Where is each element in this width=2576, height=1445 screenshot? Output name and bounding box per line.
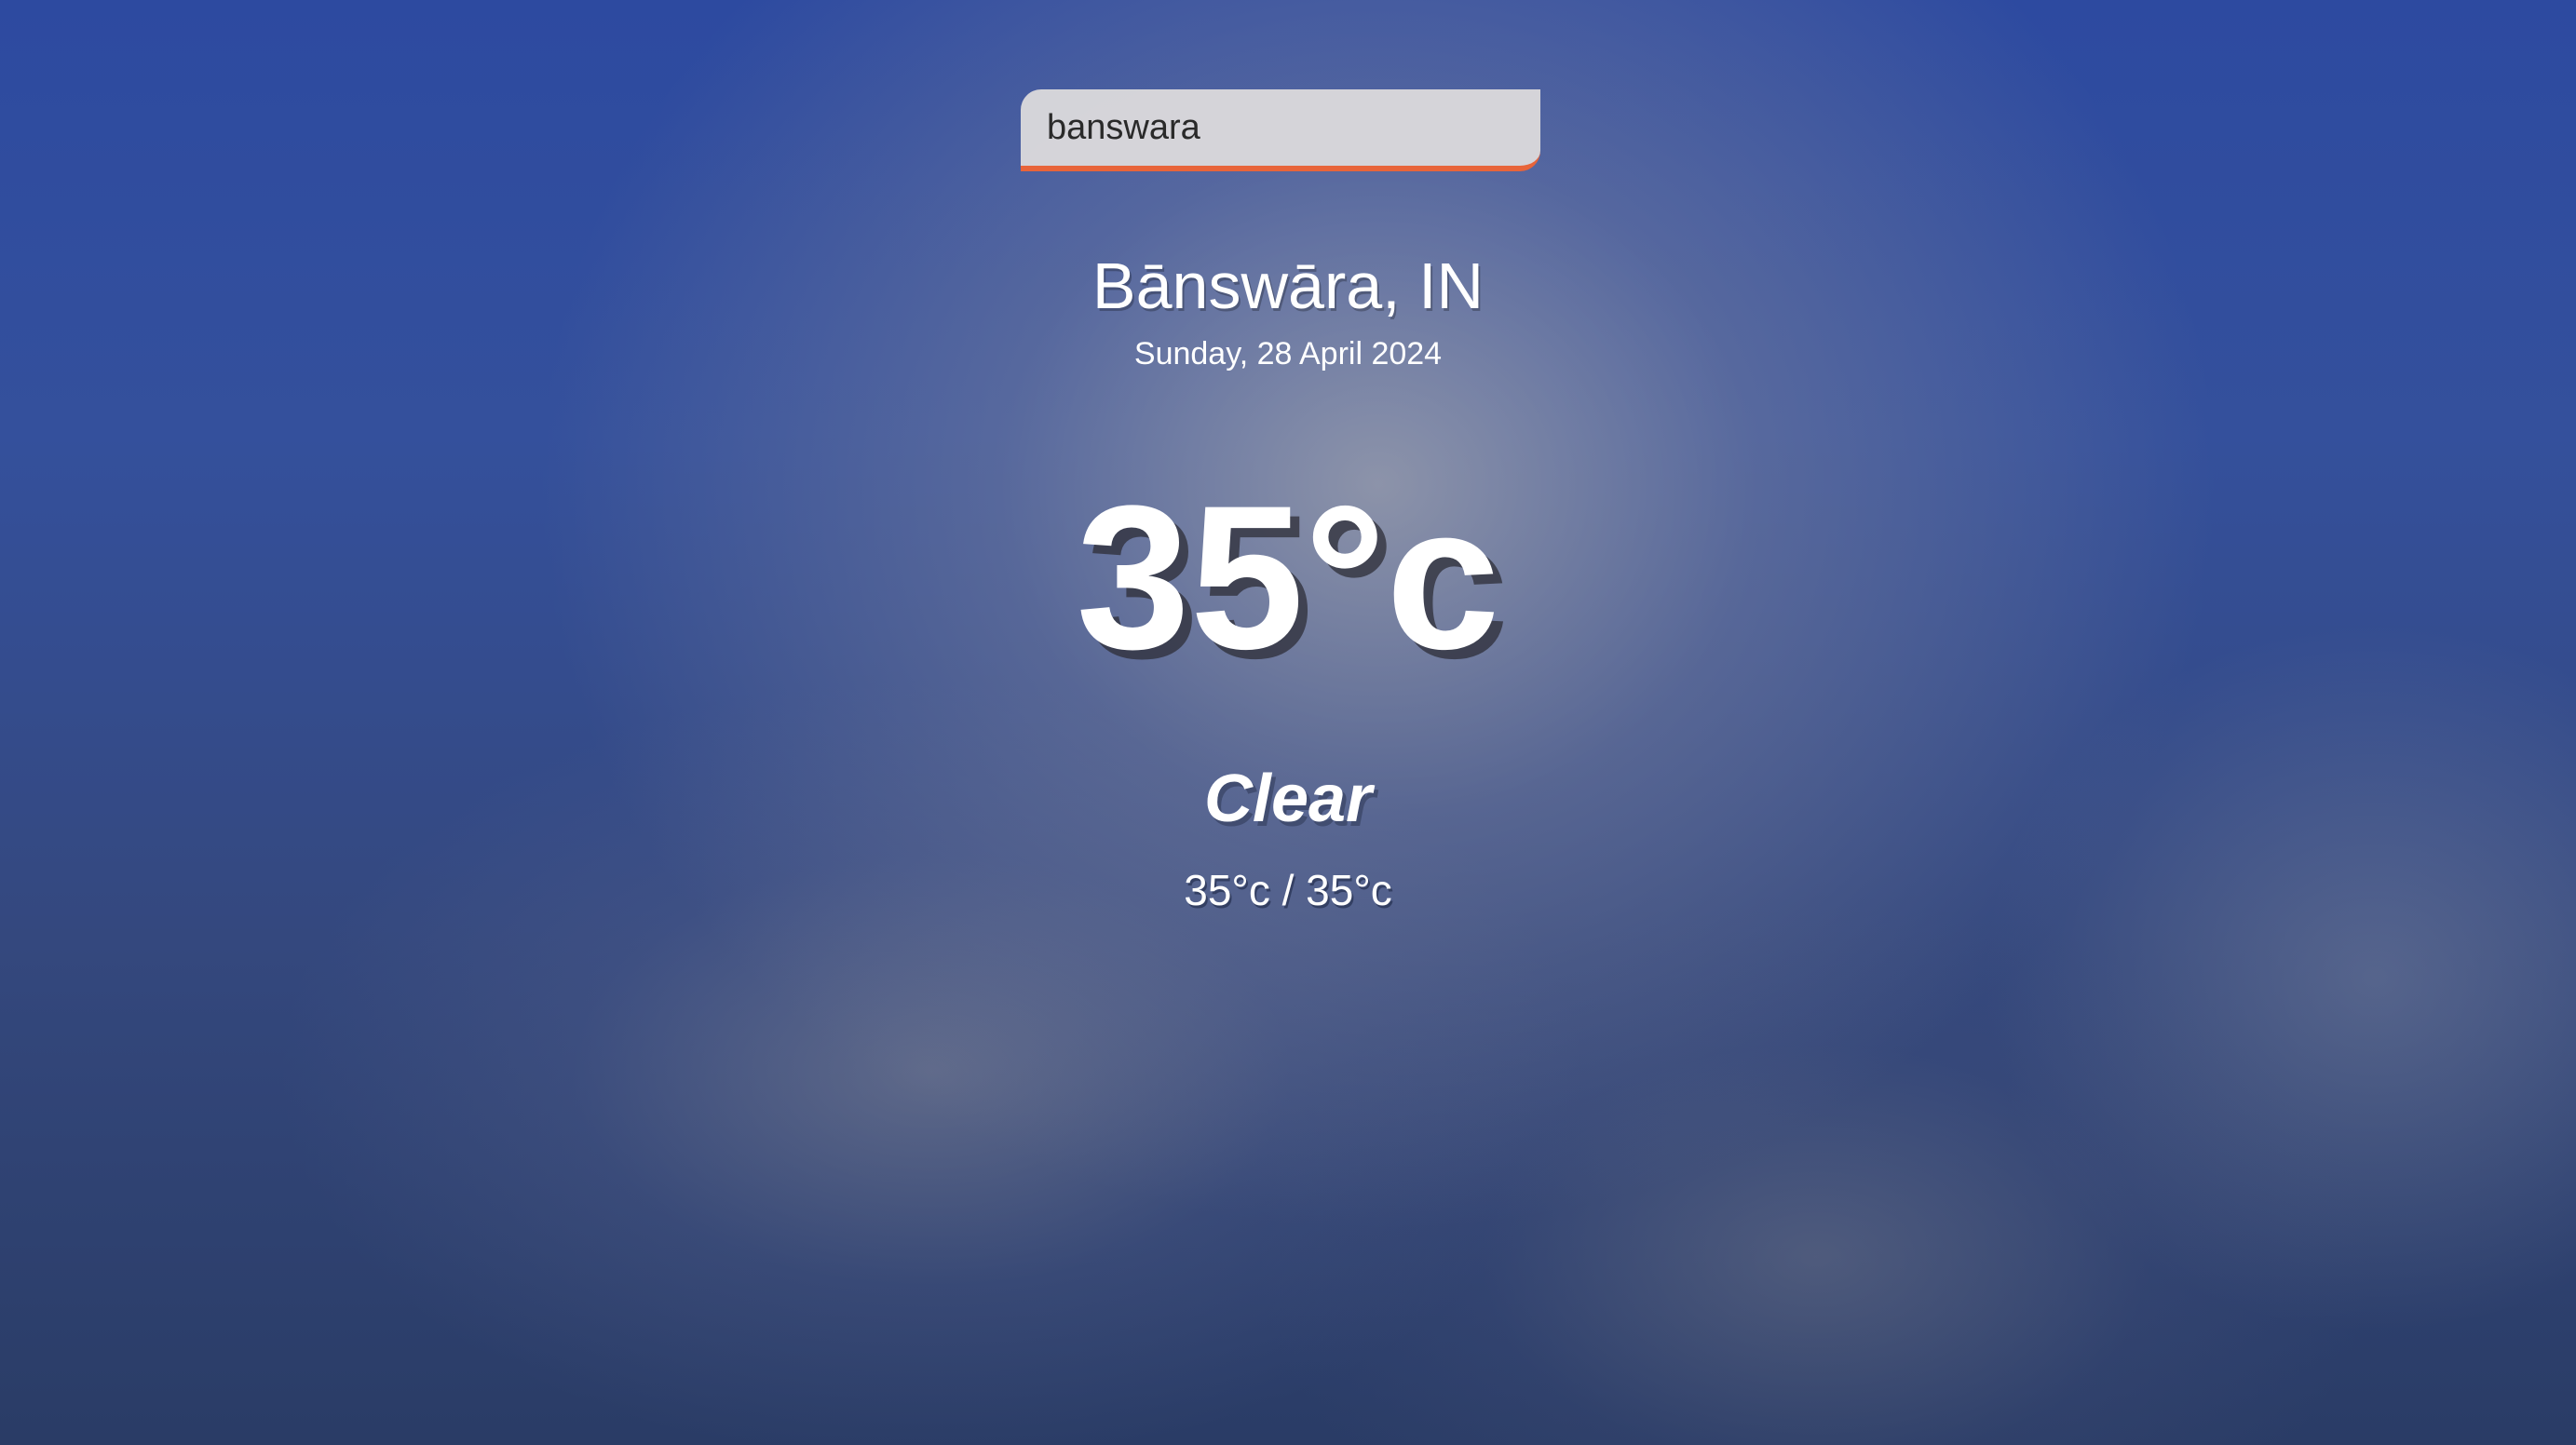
current-temperature: 35°c — [1076, 463, 1500, 692]
temperature-range: 35°c / 35°c — [1184, 866, 1392, 914]
current-date: Sunday, 28 April 2024 — [1133, 336, 1443, 371]
weather-condition: Clear — [1203, 762, 1373, 836]
location-name: Bānswāra, IN — [1091, 250, 1485, 322]
search-box[interactable] — [1021, 89, 1540, 171]
search-input[interactable] — [1021, 89, 1540, 166]
temperature-box: 35°c — [0, 466, 2576, 689]
